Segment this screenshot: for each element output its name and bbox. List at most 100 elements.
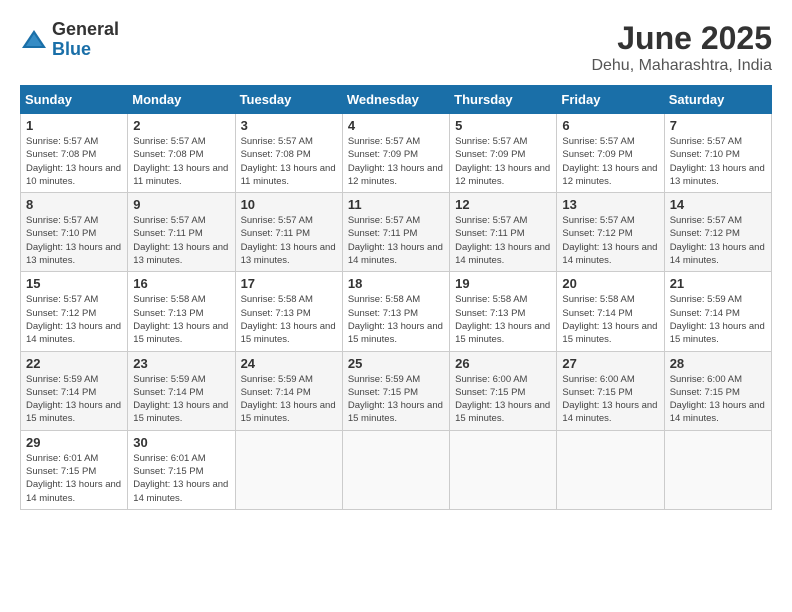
day-info: Sunrise: 6:01 AMSunset: 7:15 PMDaylight:… — [26, 452, 122, 505]
logo-blue-text: Blue — [52, 40, 119, 60]
calendar-cell: 25 Sunrise: 5:59 AMSunset: 7:15 PMDayligh… — [342, 351, 449, 430]
calendar-cell: 24Sunrise: 5:59 AMSunset: 7:14 PMDayligh… — [235, 351, 342, 430]
day-number: 21 — [670, 276, 766, 291]
day-number: 20 — [562, 276, 658, 291]
header: General Blue June 2025 Dehu, Maharashtra… — [10, 10, 782, 80]
col-monday: Monday — [128, 86, 235, 114]
col-wednesday: Wednesday — [342, 86, 449, 114]
day-info: Sunrise: 5:59 AMSunset: 7:14 PMDaylight:… — [670, 293, 766, 346]
day-number: 17 — [241, 276, 337, 291]
day-info: Sunrise: 5:59 AMSunset: 7:14 PMDaylight:… — [133, 373, 229, 426]
calendar-cell: 27 Sunrise: 6:00 AMSunset: 7:15 PMDayligh… — [557, 351, 664, 430]
day-number: 8 — [26, 197, 122, 212]
calendar-week-2: 15 Sunrise: 5:57 AMSunset: 7:12 PMDayligh… — [21, 272, 772, 351]
calendar-week-1: 8 Sunrise: 5:57 AMSunset: 7:10 PMDaylight… — [21, 193, 772, 272]
calendar-cell — [342, 430, 449, 509]
calendar-week-4: 29 Sunrise: 6:01 AMSunset: 7:15 PMDayligh… — [21, 430, 772, 509]
day-number: 12 — [455, 197, 551, 212]
calendar-cell: 6 Sunrise: 5:57 AMSunset: 7:09 PMDaylight… — [557, 114, 664, 193]
calendar-cell: 22 Sunrise: 5:59 AMSunset: 7:14 PMDayligh… — [21, 351, 128, 430]
calendar-cell: 9 Sunrise: 5:57 AMSunset: 7:11 PMDaylight… — [128, 193, 235, 272]
day-number: 7 — [670, 118, 766, 133]
calendar-cell — [664, 430, 771, 509]
day-info: Sunrise: 5:57 AMSunset: 7:11 PMDaylight:… — [241, 214, 337, 267]
day-number: 6 — [562, 118, 658, 133]
day-info: Sunrise: 6:00 AMSunset: 7:15 PMDaylight:… — [670, 373, 766, 426]
calendar-cell: 19 Sunrise: 5:58 AMSunset: 7:13 PMDayligh… — [450, 272, 557, 351]
day-number: 13 — [562, 197, 658, 212]
day-info: Sunrise: 5:57 AMSunset: 7:08 PMDaylight:… — [133, 135, 229, 188]
day-number: 14 — [670, 197, 766, 212]
col-tuesday: Tuesday — [235, 86, 342, 114]
day-number: 25 — [348, 356, 444, 371]
day-info: Sunrise: 5:57 AMSunset: 7:11 PMDaylight:… — [455, 214, 551, 267]
calendar-cell: 17 Sunrise: 5:58 AMSunset: 7:13 PMDayligh… — [235, 272, 342, 351]
day-info: Sunrise: 5:57 AMSunset: 7:11 PMDaylight:… — [348, 214, 444, 267]
day-info: Sunrise: 5:58 AMSunset: 7:14 PMDaylight:… — [562, 293, 658, 346]
day-number: 27 — [562, 356, 658, 371]
day-number: 3 — [241, 118, 337, 133]
calendar-cell: 28 Sunrise: 6:00 AMSunset: 7:15 PMDayligh… — [664, 351, 771, 430]
col-thursday: Thursday — [450, 86, 557, 114]
calendar-cell: 3 Sunrise: 5:57 AMSunset: 7:08 PMDaylight… — [235, 114, 342, 193]
day-info: Sunrise: 5:57 AMSunset: 7:09 PMDaylight:… — [562, 135, 658, 188]
calendar-header: Sunday Monday Tuesday Wednesday Thursday… — [21, 86, 772, 114]
calendar-cell: 5Sunrise: 5:57 AMSunset: 7:09 PMDaylight… — [450, 114, 557, 193]
day-number: 22 — [26, 356, 122, 371]
day-info: Sunrise: 6:01 AMSunset: 7:15 PMDaylight:… — [133, 452, 229, 505]
calendar-cell — [557, 430, 664, 509]
location: Dehu, Maharashtra, India — [591, 57, 772, 75]
logo-general-text: General — [52, 20, 119, 40]
col-friday: Friday — [557, 86, 664, 114]
calendar-body: 1 Sunrise: 5:57 AMSunset: 7:08 PMDaylight… — [21, 114, 772, 510]
day-info: Sunrise: 5:57 AMSunset: 7:12 PMDaylight:… — [562, 214, 658, 267]
day-info: Sunrise: 5:57 AMSunset: 7:11 PMDaylight:… — [133, 214, 229, 267]
calendar-cell: 26 Sunrise: 6:00 AMSunset: 7:15 PMDayligh… — [450, 351, 557, 430]
day-number: 15 — [26, 276, 122, 291]
calendar-cell — [450, 430, 557, 509]
day-info: Sunrise: 5:58 AMSunset: 7:13 PMDaylight:… — [348, 293, 444, 346]
calendar-cell: 10 Sunrise: 5:57 AMSunset: 7:11 PMDayligh… — [235, 193, 342, 272]
day-info: Sunrise: 5:58 AMSunset: 7:13 PMDaylight:… — [241, 293, 337, 346]
calendar-week-0: 1 Sunrise: 5:57 AMSunset: 7:08 PMDaylight… — [21, 114, 772, 193]
day-number: 26 — [455, 356, 551, 371]
calendar-cell: 12 Sunrise: 5:57 AMSunset: 7:11 PMDayligh… — [450, 193, 557, 272]
day-info: Sunrise: 5:59 AMSunset: 7:15 PMDaylight:… — [348, 373, 444, 426]
day-number: 19 — [455, 276, 551, 291]
day-number: 1 — [26, 118, 122, 133]
day-number: 4 — [348, 118, 444, 133]
day-info: Sunrise: 5:59 AMSunset: 7:14 PMDaylight:… — [241, 373, 337, 426]
calendar-table: Sunday Monday Tuesday Wednesday Thursday… — [20, 85, 772, 510]
col-sunday: Sunday — [21, 86, 128, 114]
day-info: Sunrise: 6:00 AMSunset: 7:15 PMDaylight:… — [562, 373, 658, 426]
calendar-wrapper: Sunday Monday Tuesday Wednesday Thursday… — [10, 80, 782, 520]
day-info: Sunrise: 5:57 AMSunset: 7:12 PMDaylight:… — [670, 214, 766, 267]
calendar-cell: 16Sunrise: 5:58 AMSunset: 7:13 PMDayligh… — [128, 272, 235, 351]
day-number: 16 — [133, 276, 229, 291]
day-info: Sunrise: 5:58 AMSunset: 7:13 PMDaylight:… — [455, 293, 551, 346]
day-info: Sunrise: 5:57 AMSunset: 7:08 PMDaylight:… — [241, 135, 337, 188]
day-number: 2 — [133, 118, 229, 133]
day-info: Sunrise: 5:57 AMSunset: 7:10 PMDaylight:… — [670, 135, 766, 188]
day-info: Sunrise: 5:59 AMSunset: 7:14 PMDaylight:… — [26, 373, 122, 426]
day-info: Sunrise: 5:57 AMSunset: 7:12 PMDaylight:… — [26, 293, 122, 346]
day-number: 5 — [455, 118, 551, 133]
day-number: 11 — [348, 197, 444, 212]
day-info: Sunrise: 5:57 AMSunset: 7:10 PMDaylight:… — [26, 214, 122, 267]
day-info: Sunrise: 6:00 AMSunset: 7:15 PMDaylight:… — [455, 373, 551, 426]
calendar-cell: 8 Sunrise: 5:57 AMSunset: 7:10 PMDaylight… — [21, 193, 128, 272]
calendar-cell: 14 Sunrise: 5:57 AMSunset: 7:12 PMDayligh… — [664, 193, 771, 272]
calendar-week-3: 22 Sunrise: 5:59 AMSunset: 7:14 PMDayligh… — [21, 351, 772, 430]
calendar-cell: 15 Sunrise: 5:57 AMSunset: 7:12 PMDayligh… — [21, 272, 128, 351]
calendar-cell: 23Sunrise: 5:59 AMSunset: 7:14 PMDayligh… — [128, 351, 235, 430]
day-number: 30 — [133, 435, 229, 450]
title-area: June 2025 Dehu, Maharashtra, India — [591, 20, 772, 75]
day-number: 9 — [133, 197, 229, 212]
day-number: 29 — [26, 435, 122, 450]
calendar-cell: 20 Sunrise: 5:58 AMSunset: 7:14 PMDayligh… — [557, 272, 664, 351]
calendar-cell: 29 Sunrise: 6:01 AMSunset: 7:15 PMDayligh… — [21, 430, 128, 509]
calendar-cell: 7 Sunrise: 5:57 AMSunset: 7:10 PMDaylight… — [664, 114, 771, 193]
day-number: 10 — [241, 197, 337, 212]
calendar-cell — [235, 430, 342, 509]
day-number: 28 — [670, 356, 766, 371]
